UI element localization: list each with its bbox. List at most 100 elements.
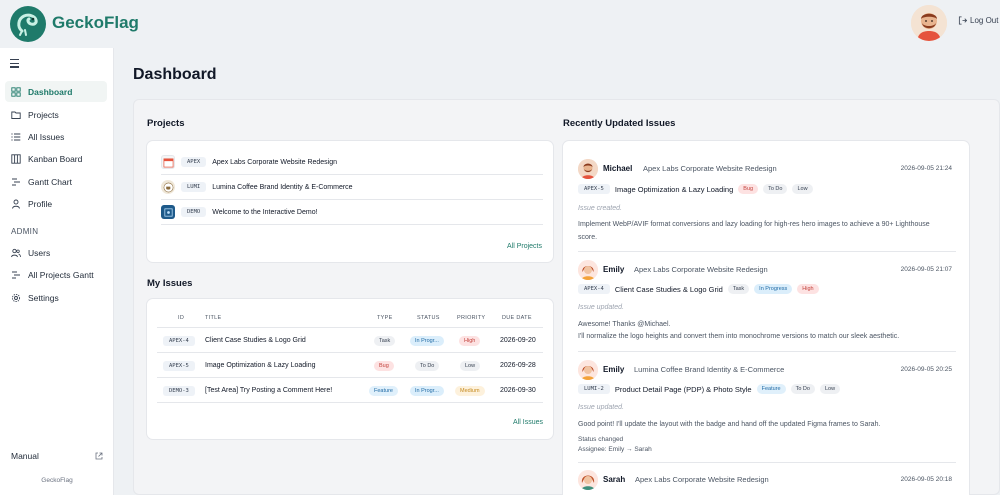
logout-label: Log Out (970, 16, 999, 25)
sidebar-item-label: Projects (28, 109, 59, 120)
activity-note: Issue updated. (578, 304, 624, 311)
activity-issue-line: APEX-4 Client Case Studies & Logo Grid T… (578, 284, 819, 294)
my-issues-section-title: My Issues (147, 278, 193, 289)
sidebar-item-gantt[interactable]: Gantt Chart (5, 171, 107, 192)
issue-title: [Test Area] Try Posting a Comment Here! (205, 387, 333, 394)
activity-user: Michael (603, 164, 633, 173)
type-pill: Task (374, 335, 396, 346)
issue-title[interactable]: Image Optimization & Lazy Loading (615, 185, 733, 194)
project-code-badge: DEMO (181, 207, 207, 217)
sidebar-item-label: All Projects Gantt (28, 269, 94, 280)
issue-title[interactable]: Client Case Studies & Logo Grid (615, 285, 723, 294)
sidebar-item-kanban[interactable]: Kanban Board (5, 148, 107, 169)
projects-card: APEX Apex Labs Corporate Website Redesig… (147, 141, 553, 262)
col-header-type: TYPE (377, 315, 393, 321)
activity-project: Apex Labs Corporate Website Redesign (634, 265, 768, 274)
sidebar-item-label: Gantt Chart (28, 176, 72, 187)
sidebar-item-profile[interactable]: Profile (5, 193, 107, 214)
priority-pill: Low (792, 184, 813, 194)
gecko-logo-icon[interactable] (10, 6, 46, 42)
app-header: GeckoFlag Log Out (0, 0, 1000, 48)
table-row[interactable]: DEMO-3 [Test Area] Try Posting a Comment… (157, 378, 543, 403)
user-avatar[interactable] (911, 5, 947, 41)
project-code-badge: LUMI (181, 182, 207, 192)
priority-pill: High (797, 284, 819, 294)
users-icon (11, 248, 21, 257)
sidebar-item-label: Kanban Board (28, 153, 83, 164)
all-issues-link[interactable]: All Issues (513, 419, 543, 426)
activity-item[interactable]: Sarah Apex Labs Corporate Website Redesi… (578, 463, 956, 495)
sidebar-item-label: Dashboard (28, 86, 73, 97)
issue-id-badge: APEX-4 (578, 284, 610, 294)
col-header-title: TITLE (205, 315, 222, 321)
activity-user: Emily (603, 365, 625, 374)
sidebar-item-label: All Issues (28, 131, 65, 142)
sidebar-item-dashboard[interactable]: Dashboard (5, 81, 107, 102)
activity-meta: Assignee: Emily → Sarah (578, 446, 652, 453)
activity-project: Apex Labs Corporate Website Redesign (635, 475, 769, 484)
my-issues-card: ID TITLE TYPE STATUS PRIORITY DUE DATE A… (147, 299, 553, 439)
page-title: Dashboard (133, 66, 217, 83)
issue-title: Image Optimization & Lazy Loading (205, 362, 316, 369)
admin-section-label: ADMIN (11, 227, 39, 236)
recent-issues-card: Michael Apex Labs Corporate Website Rede… (563, 141, 969, 495)
all-projects-link[interactable]: All Projects (507, 243, 542, 250)
priority-pill: Low (819, 384, 841, 394)
folder-icon (11, 111, 21, 119)
due-date: 2026-09-20 (500, 337, 536, 344)
issue-id-badge: APEX-5 (163, 360, 195, 371)
projects-section-title: Projects (147, 118, 185, 129)
gear-icon (11, 293, 21, 302)
sidebar-item-all-projects-gantt[interactable]: All Projects Gantt (5, 264, 107, 285)
priority-pill: High (459, 335, 481, 346)
activity-item[interactable]: Emily Apex Labs Corporate Website Redesi… (578, 252, 956, 352)
activity-item[interactable]: Michael Apex Labs Corporate Website Rede… (578, 155, 956, 252)
sidebar-item-label: Users (28, 247, 51, 258)
logout-button[interactable]: Log Out (958, 16, 998, 25)
type-pill: Feature (756, 384, 786, 394)
project-row[interactable]: DEMO Welcome to the Interactive Demo! (161, 200, 543, 225)
list-icon (11, 132, 21, 141)
dashboard-panel: Projects APEX Apex Labs Corporate Websit… (133, 99, 1000, 495)
menu-toggle-icon[interactable] (10, 59, 21, 68)
activity-item[interactable]: Emily Lumina Coffee Brand Identity & E-C… (578, 352, 956, 463)
activity-body-line: Awesome! Thanks @Michael. (578, 321, 671, 328)
issue-id-badge: APEX-4 (163, 335, 195, 346)
avatar (578, 159, 598, 179)
project-row[interactable]: APEX Apex Labs Corporate Website Redesig… (161, 150, 543, 175)
priority-pill: Low (460, 360, 481, 371)
sidebar-item-projects[interactable]: Projects (5, 104, 107, 125)
table-row[interactable]: APEX-4 Client Case Studies & Logo Grid T… (157, 328, 543, 353)
sidebar-item-users[interactable]: Users (5, 242, 107, 263)
activity-project: Lumina Coffee Brand Identity & E-Commerc… (634, 365, 785, 374)
sidebar-item-label: Profile (28, 198, 53, 209)
activity-note: Issue created. (578, 205, 622, 212)
logout-icon (958, 16, 967, 25)
project-name: Welcome to the Interactive Demo! (212, 208, 318, 216)
external-link-icon (95, 452, 103, 460)
sidebar-item-settings[interactable]: Settings (5, 287, 107, 308)
activity-time: 2026-09-05 21:24 (900, 165, 952, 172)
avatar (578, 360, 598, 380)
table-row[interactable]: APEX-5 Image Optimization & Lazy Loading… (157, 353, 543, 378)
activity-time: 2026-09-05 20:18 (900, 476, 952, 483)
status-pill: To Do (763, 184, 788, 194)
issue-title: Client Case Studies & Logo Grid (205, 337, 306, 344)
project-row[interactable]: LUMI Lumina Coffee Brand Identity & E-Co… (161, 175, 543, 200)
dashboard-icon (11, 86, 21, 97)
activity-issue-line: LUMI-2 Product Detail Page (PDP) & Photo… (578, 384, 841, 394)
issue-id-badge: LUMI-2 (578, 384, 610, 394)
activity-issue-line: APEX-5 Image Optimization & Lazy Loading… (578, 184, 813, 194)
type-pill: Bug (738, 184, 759, 194)
project-code-badge: APEX (181, 157, 207, 167)
status-pill: In Progress (754, 284, 793, 294)
col-header-due: DUE DATE (502, 315, 532, 321)
activity-user: Sarah (603, 475, 626, 484)
type-pill: Bug (374, 360, 394, 371)
due-date: 2026-09-28 (500, 362, 536, 369)
priority-pill: Medium (455, 385, 485, 396)
brand-name: GeckoFlag (52, 13, 139, 32)
sidebar-item-all-issues[interactable]: All Issues (5, 126, 107, 147)
issue-title[interactable]: Product Detail Page (PDP) & Photo Style (615, 385, 752, 394)
manual-link[interactable]: Manual (11, 451, 103, 461)
